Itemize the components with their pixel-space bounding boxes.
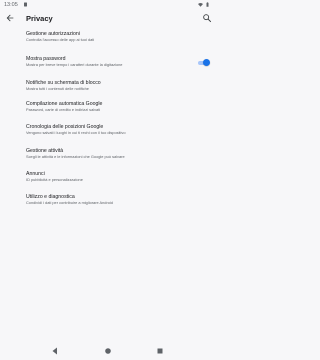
setting-cronologia-posizioni[interactable]: Cronologia delle posizioni Google Vengon… (26, 124, 216, 135)
setting-subtitle: Scegli le attività e le informazioni che… (26, 154, 125, 160)
show-password-toggle[interactable] (196, 59, 210, 66)
setting-compilazione-automatica[interactable]: Compilazione automatica Google Password,… (26, 101, 216, 112)
setting-subtitle: Condividi i dati per contribuire a migli… (26, 200, 113, 206)
status-app-icon (24, 2, 27, 7)
setting-subtitle: ID pubblicità e personalizzazione (26, 177, 83, 183)
setting-subtitle: Controlla l'accesso delle app ai tuoi da… (26, 37, 95, 43)
status-time: 13:05 (4, 1, 18, 8)
wifi-icon (198, 2, 203, 7)
page-title: Privacy (26, 14, 53, 23)
navigation-bar (0, 342, 216, 360)
setting-gestione-autorizzazioni[interactable]: Gestione autorizzazioni Controlla l'acce… (26, 31, 216, 42)
setting-subtitle: Password, carte di credito e indirizzi s… (26, 107, 101, 113)
setting-subtitle: Mostra per breve tempo i caratteri duran… (26, 62, 123, 68)
toggle-thumb (203, 59, 210, 66)
setting-annunci[interactable]: Annunci ID pubblicità e personalizzazion… (26, 171, 216, 182)
nav-back-icon[interactable] (50, 346, 60, 356)
setting-gestione-attivita[interactable]: Gestione attività Scegli le attività e l… (26, 148, 216, 159)
setting-subtitle: Vengono salvati i luoghi in cui ti rechi… (26, 130, 126, 136)
nav-recents-icon[interactable] (155, 346, 165, 356)
setting-utilizzo-diagnostica[interactable]: Utilizzo e diagnostica Condividi i dati … (26, 194, 216, 205)
app-bar: Privacy (0, 10, 216, 27)
setting-notifiche-schermata-blocco[interactable]: Notifiche su schermata di blocco Mostra … (26, 80, 216, 91)
arrow-back-icon[interactable] (5, 13, 15, 23)
setting-mostra-password[interactable]: Mostra password Mostra per breve tempo i… (26, 56, 192, 67)
status-bar: 13:05 (0, 0, 216, 9)
nav-home-icon[interactable] (103, 346, 113, 356)
battery-icon (206, 2, 209, 7)
setting-subtitle: Mostra tutti i contenuti delle notifiche (26, 86, 89, 92)
search-icon[interactable] (202, 13, 212, 23)
